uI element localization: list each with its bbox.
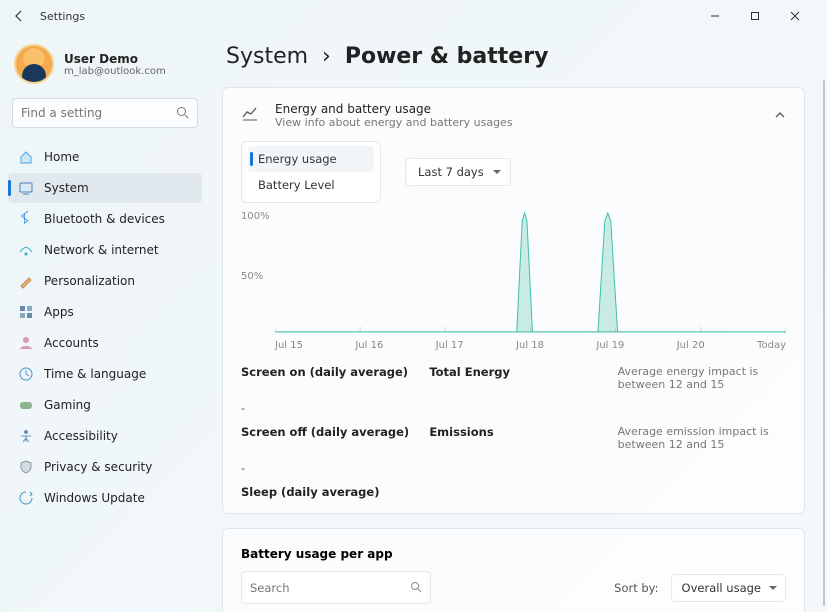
- sidebar-item-acc[interactable]: Accessibility: [8, 421, 202, 451]
- sidebar: User Demo m_lab@outlook.com Home System Bl…: [0, 32, 210, 612]
- sidebar-item-label: Time & language: [44, 367, 146, 381]
- minimize-button[interactable]: [695, 2, 735, 30]
- tab-battery-level[interactable]: Battery Level: [248, 172, 374, 198]
- gaming-icon: [18, 397, 34, 413]
- acct-icon: [18, 335, 34, 351]
- window-title: Settings: [40, 10, 695, 23]
- apps-icon: [18, 304, 34, 320]
- breadcrumb-parent[interactable]: System: [226, 44, 308, 69]
- y-label-50: 50%: [241, 271, 263, 282]
- sidebar-item-label: Accessibility: [44, 429, 118, 443]
- battery-per-app-header: Battery usage per app: [241, 547, 786, 561]
- sidebar-item-system[interactable]: System: [8, 173, 202, 203]
- y-label-100: 100%: [241, 211, 270, 222]
- search-input[interactable]: [21, 106, 176, 120]
- pers-icon: [18, 273, 34, 289]
- sidebar-item-apps[interactable]: Apps: [8, 297, 202, 327]
- sidebar-item-acct[interactable]: Accounts: [8, 328, 202, 358]
- x-tick: Jul 19: [596, 340, 624, 351]
- user-name: User Demo: [64, 52, 166, 66]
- stat-screen-off-val: -: [241, 461, 409, 475]
- card-title: Energy and battery usage: [275, 102, 513, 116]
- back-button[interactable]: [12, 8, 28, 24]
- sidebar-item-label: Personalization: [44, 274, 135, 288]
- sidebar-item-label: Windows Update: [44, 491, 145, 505]
- maximize-button[interactable]: [735, 2, 775, 30]
- card-subtitle: View info about energy and battery usage…: [275, 116, 513, 129]
- wu-icon: [18, 490, 34, 506]
- sidebar-item-label: Home: [44, 150, 79, 164]
- view-tabs: Energy usage Battery Level: [241, 141, 381, 203]
- scrollbar[interactable]: [823, 80, 825, 606]
- app-search-input[interactable]: [250, 581, 410, 595]
- stat-emissions-label: Emissions: [429, 425, 493, 439]
- sort-dropdown[interactable]: Overall usage: [671, 574, 786, 602]
- sidebar-item-label: System: [44, 181, 89, 195]
- sidebar-item-label: Bluetooth & devices: [44, 212, 165, 226]
- close-button[interactable]: [775, 2, 815, 30]
- acc-icon: [18, 428, 34, 444]
- x-tick: Jul 17: [436, 340, 464, 351]
- period-dropdown[interactable]: Last 7 days: [405, 158, 511, 186]
- bt-icon: [18, 211, 34, 227]
- sidebar-item-bt[interactable]: Bluetooth & devices: [8, 204, 202, 234]
- tab-energy-usage[interactable]: Energy usage: [248, 146, 374, 172]
- battery-per-app-card: Battery usage per app Sort by: Overall u…: [222, 528, 805, 612]
- sidebar-item-pers[interactable]: Personalization: [8, 266, 202, 296]
- sidebar-item-wu[interactable]: Windows Update: [8, 483, 202, 513]
- sidebar-item-label: Apps: [44, 305, 74, 319]
- collapse-button[interactable]: [774, 106, 786, 125]
- stat-screen-on-val: -: [241, 401, 409, 415]
- system-icon: [18, 180, 34, 196]
- net-icon: [18, 242, 34, 258]
- breadcrumb-leaf: Power & battery: [345, 44, 549, 69]
- content: System › Power & battery Energy and batt…: [210, 32, 827, 612]
- x-tick: Jul 15: [275, 340, 303, 351]
- chart-svg: [275, 211, 786, 333]
- time-icon: [18, 366, 34, 382]
- avatar: [14, 44, 54, 84]
- stats-grid: Screen on (daily average) Total Energy A…: [241, 365, 786, 499]
- x-labels: Jul 15 Jul 16 Jul 17 Jul 18 Jul 19 Jul 20 Toda…: [275, 340, 786, 351]
- app-search-box[interactable]: [241, 571, 431, 604]
- chart: 100% 50% Jul 15Jul 16Jul 17Jul 18Jul 19J…: [241, 211, 786, 351]
- breadcrumb: System › Power & battery: [226, 44, 805, 69]
- sidebar-item-home[interactable]: Home: [8, 142, 202, 172]
- home-icon: [18, 149, 34, 165]
- x-tick: Today: [757, 340, 786, 351]
- stat-screen-on-label: Screen on (daily average): [241, 365, 408, 379]
- search-icon: [176, 104, 189, 123]
- sidebar-item-label: Privacy & security: [44, 460, 152, 474]
- x-tick: Jul 20: [677, 340, 705, 351]
- sidebar-item-time[interactable]: Time & language: [8, 359, 202, 389]
- priv-icon: [18, 459, 34, 475]
- stat-screen-off-label: Screen off (daily average): [241, 425, 409, 439]
- note-energy: Average energy impact is between 12 and …: [618, 365, 786, 391]
- x-tick: Jul 18: [516, 340, 544, 351]
- user-block[interactable]: User Demo m_lab@outlook.com: [8, 38, 202, 98]
- sidebar-item-label: Accounts: [44, 336, 99, 350]
- sidebar-item-priv[interactable]: Privacy & security: [8, 452, 202, 482]
- stat-total-energy-label: Total Energy: [429, 365, 510, 379]
- search-icon: [410, 578, 422, 597]
- energy-card: Energy and battery usage View info about…: [222, 87, 805, 514]
- sidebar-item-label: Gaming: [44, 398, 91, 412]
- sidebar-item-gaming[interactable]: Gaming: [8, 390, 202, 420]
- search-box[interactable]: [12, 98, 198, 128]
- sidebar-item-label: Network & internet: [44, 243, 159, 257]
- x-tick: Jul 16: [355, 340, 383, 351]
- nav-list: Home System Bluetooth & devices Network & i…: [8, 142, 202, 513]
- stat-sleep-label: Sleep (daily average): [241, 485, 379, 499]
- chart-icon: [241, 105, 261, 127]
- sort-label: Sort by:: [614, 581, 658, 595]
- note-emissions: Average emission impact is between 12 an…: [618, 425, 786, 451]
- titlebar: Settings: [0, 0, 827, 32]
- user-email: m_lab@outlook.com: [64, 66, 166, 77]
- sidebar-item-net[interactable]: Network & internet: [8, 235, 202, 265]
